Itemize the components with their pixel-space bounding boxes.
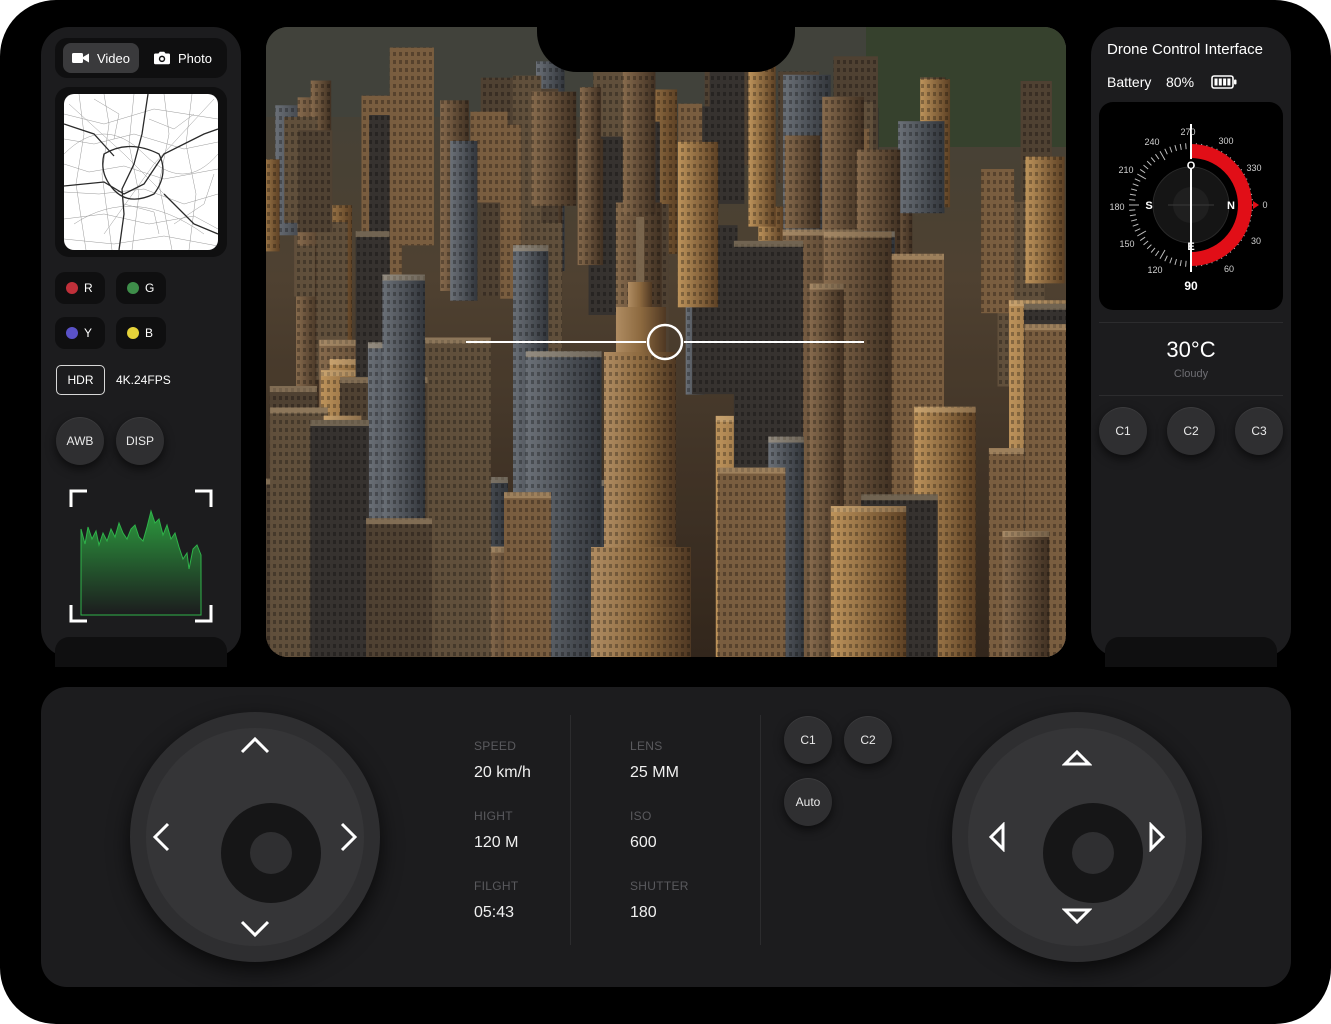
weather-condition: Cloudy	[1173, 368, 1209, 380]
chevron-down-icon[interactable]	[240, 920, 270, 938]
lens-value: 25 MM	[630, 764, 679, 781]
photo-mode-label: Photo	[178, 50, 212, 66]
compass-letter-e: E	[1187, 241, 1194, 253]
bottom-c1-button[interactable]: C1	[784, 716, 832, 764]
right-joystick-knob[interactable]	[1072, 832, 1114, 874]
speed-label: SPEED	[474, 739, 517, 753]
triangle-up-icon[interactable]	[1062, 749, 1092, 767]
yellow-dot-icon	[127, 327, 139, 339]
triangle-right-icon[interactable]	[1148, 822, 1166, 852]
right-joystick[interactable]	[952, 712, 1202, 962]
capture-mode-switch: Video Photo	[55, 38, 227, 78]
purple-dot-icon	[66, 327, 78, 339]
video-camera-icon	[72, 53, 89, 63]
custom-button-c3[interactable]: C3	[1235, 407, 1283, 455]
disp-button[interactable]: DISP	[116, 417, 164, 465]
app-title: Drone Control Interface	[1107, 41, 1263, 58]
north-pointer-icon	[1253, 201, 1259, 209]
auto-button[interactable]: Auto	[784, 778, 832, 826]
color-g-button[interactable]: G	[116, 272, 166, 304]
compass-tick-300: 300	[1218, 136, 1233, 146]
green-dot-icon	[127, 282, 139, 294]
awb-button[interactable]: AWB	[56, 417, 104, 465]
compass-letter-o: O	[1187, 160, 1196, 172]
photo-mode-button[interactable]: Photo	[145, 43, 221, 73]
compass-tick-120: 120	[1147, 265, 1162, 275]
battery-value: 80%	[1166, 74, 1195, 90]
divider	[760, 715, 761, 945]
divider	[570, 715, 571, 945]
divider	[1099, 322, 1283, 323]
histogram	[69, 489, 213, 623]
custom-button-c1[interactable]: C1	[1099, 407, 1147, 455]
bottom-c2-button[interactable]: C2	[844, 716, 892, 764]
color-y-label: Y	[84, 326, 93, 340]
color-r-button[interactable]: R	[55, 272, 105, 304]
left-panel: Video Photo R G Y B HDR 4K.24FPS AWB DIS…	[41, 27, 241, 667]
chevron-up-icon[interactable]	[240, 736, 270, 754]
battery-label: Battery	[1107, 74, 1152, 90]
color-r-label: R	[84, 281, 93, 295]
iso-label: ISO	[630, 809, 652, 823]
left-joystick-knob[interactable]	[250, 832, 292, 874]
right-panel: Drone Control Interface Battery 80% O N	[1091, 27, 1291, 667]
street-map	[64, 94, 218, 250]
compass-tick-0: 0	[1262, 200, 1267, 210]
shutter-value: 180	[630, 904, 657, 921]
battery-icon	[1211, 75, 1237, 89]
color-g-label: G	[145, 281, 155, 295]
divider	[1099, 395, 1283, 396]
right-joystick-center[interactable]	[1043, 803, 1143, 903]
compass-tick-60: 60	[1224, 264, 1234, 274]
lens-label: LENS	[630, 739, 663, 753]
camera-icon	[154, 51, 171, 65]
camera-feed[interactable]	[266, 27, 1066, 657]
color-b-label: B	[145, 326, 154, 340]
hdr-toggle[interactable]: HDR	[56, 365, 105, 395]
height-label: HIGHT	[474, 809, 513, 823]
shutter-label: SHUTTER	[630, 879, 689, 893]
bottom-control-panel: SPEED 20 km/h HIGHT 120 M FILGHT 05:43 L…	[41, 687, 1291, 987]
compass-tick-270: 270	[1180, 127, 1195, 137]
minimap[interactable]	[55, 87, 227, 257]
chevron-right-icon[interactable]	[340, 822, 358, 852]
flight-value: 05:43	[474, 904, 515, 921]
histogram-curve	[80, 509, 202, 616]
red-dot-icon	[66, 282, 78, 294]
compass-heading: 90	[1184, 279, 1198, 293]
compass-tick-240: 240	[1144, 137, 1159, 147]
color-y-button[interactable]: Y	[55, 317, 105, 349]
left-joystick[interactable]	[130, 712, 380, 962]
resolution-readout: 4K.24FPS	[116, 373, 171, 387]
compass-tick-210: 210	[1118, 165, 1133, 175]
left-joystick-center[interactable]	[221, 803, 321, 903]
right-panel-tab	[1105, 637, 1277, 667]
compass-letter-s: S	[1145, 200, 1152, 212]
aerial-city-view	[266, 27, 1066, 657]
custom-button-c2[interactable]: C2	[1167, 407, 1215, 455]
triangle-left-icon[interactable]	[988, 822, 1006, 852]
compass-letter-n: N	[1227, 200, 1235, 212]
speed-value: 20 km/h	[474, 764, 531, 781]
compass-tick-150: 150	[1119, 239, 1134, 249]
flight-label: FILGHT	[474, 879, 519, 893]
drone-controller-device: Video Photo R G Y B HDR 4K.24FPS AWB DIS…	[0, 0, 1331, 1024]
compass-tick-330: 330	[1246, 163, 1261, 173]
screen-notch	[537, 0, 795, 72]
compass-widget: O N E S 90 270 240 300 330 0 30 60 120 1…	[1099, 102, 1283, 310]
height-value: 120 M	[474, 834, 519, 851]
color-b-button[interactable]: B	[116, 317, 166, 349]
video-mode-button[interactable]: Video	[63, 43, 139, 73]
compass-tick-30: 30	[1251, 236, 1261, 246]
compass-tick-180: 180	[1109, 202, 1124, 212]
video-mode-label: Video	[96, 50, 130, 66]
triangle-down-icon[interactable]	[1062, 907, 1092, 925]
iso-value: 600	[630, 834, 657, 851]
left-panel-tab	[55, 637, 227, 667]
temperature-readout: 30°C	[1166, 337, 1216, 362]
chevron-left-icon[interactable]	[152, 822, 170, 852]
